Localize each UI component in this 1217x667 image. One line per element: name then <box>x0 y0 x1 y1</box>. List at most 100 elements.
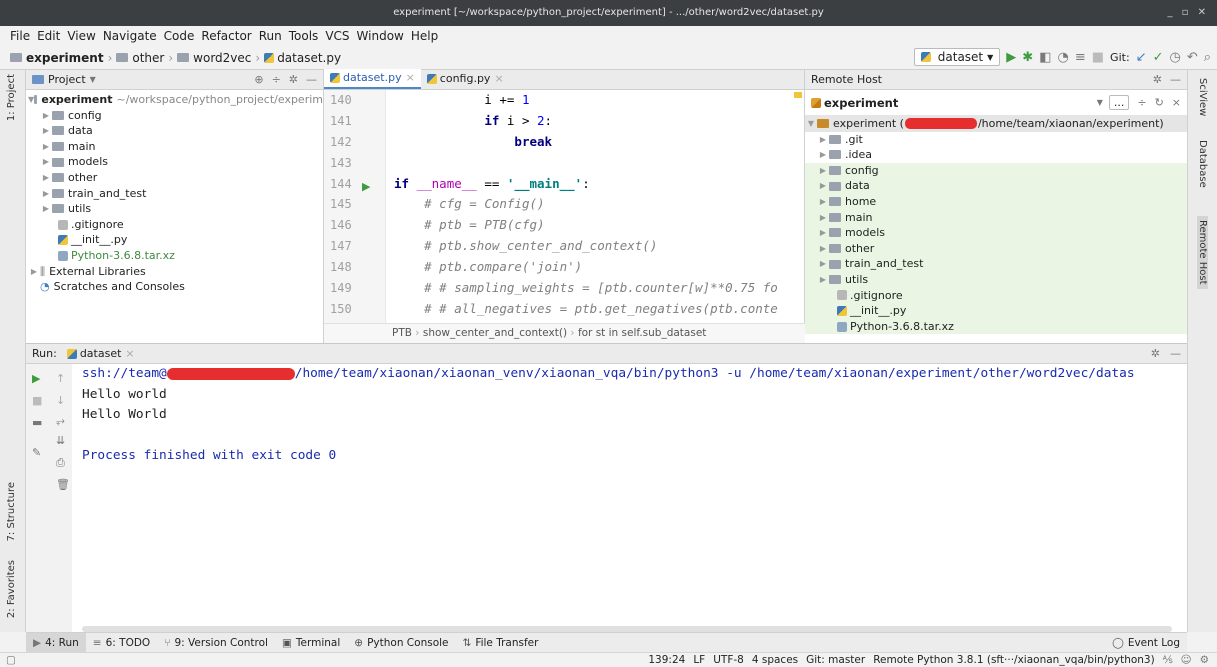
toggle-tool-windows-icon[interactable]: ▢ <box>6 654 16 666</box>
up-icon[interactable]: ↑ <box>56 372 65 385</box>
code-breadcrumb-loop[interactable]: for st in self.sub_dataset <box>578 327 706 339</box>
tool-window-favorites[interactable]: 2: Favorites <box>6 560 17 618</box>
remote-folder[interactable]: ▶ config <box>805 162 1187 179</box>
debug-icon[interactable]: ✱ <box>1022 50 1033 65</box>
gear-icon[interactable]: ✲ <box>1153 73 1162 86</box>
remote-file[interactable]: __init__.py <box>805 303 1187 319</box>
tree-scratches[interactable]: ◔ Scratches and Consoles <box>26 279 323 295</box>
remote-file[interactable]: .gitignore <box>805 287 1187 304</box>
indent-setting[interactable]: 4 spaces <box>752 654 798 666</box>
python-interpreter[interactable]: Remote Python 3.8.1 (sft···/xiaonan_vqa/… <box>873 654 1155 666</box>
line-separator[interactable]: LF <box>693 654 705 666</box>
remote-folder[interactable]: ▶ home <box>805 193 1187 210</box>
soft-wrap-icon[interactable]: ⥅ <box>56 414 65 428</box>
tool-tab-event-log[interactable]: ◯ Event Log <box>1105 633 1187 653</box>
tool-tab-todo[interactable]: ≡ 6: TODO <box>86 633 157 653</box>
file-encoding[interactable]: UTF-8 <box>713 654 744 666</box>
scroll-end-icon[interactable]: ⇊ <box>56 434 65 447</box>
tree-root[interactable]: ▼ experiment ~/workspace/python_project/… <box>26 92 323 108</box>
inspector-icon[interactable]: ☺ <box>1181 654 1192 666</box>
pin-icon[interactable]: ✎ <box>32 446 41 459</box>
tree-item-other[interactable]: ▶ other <box>26 170 323 186</box>
chevron-down-icon[interactable]: ▼ <box>90 75 96 84</box>
profile-icon[interactable]: ◔ <box>1058 50 1069 65</box>
remote-folder[interactable]: ▶ utils <box>805 271 1187 288</box>
print-icon[interactable]: ⎙ <box>56 456 65 470</box>
tool-window-structure[interactable]: 7: Structure <box>6 482 17 541</box>
tool-window-database[interactable]: Database <box>1197 140 1208 188</box>
code-breadcrumb-method[interactable]: show_center_and_context() <box>423 327 567 339</box>
gear-icon[interactable]: ✲ <box>289 73 298 86</box>
menu-code[interactable]: Code <box>164 29 195 43</box>
git-branch[interactable]: Git: master <box>806 654 865 666</box>
close-icon[interactable]: × <box>125 347 134 360</box>
tree-item-main[interactable]: ▶ main <box>26 139 323 155</box>
history-icon[interactable]: ◷ <box>1169 50 1180 65</box>
menu-run[interactable]: Run <box>259 29 282 43</box>
menu-tools[interactable]: Tools <box>289 29 319 43</box>
breadcrumb-project[interactable]: experiment <box>26 51 104 65</box>
code-area[interactable]: i += 1 if i > 2: break if __name__ == '_… <box>386 90 796 323</box>
close-icon[interactable]: × <box>494 69 503 89</box>
menu-view[interactable]: View <box>67 29 95 43</box>
run-gutter-icon[interactable]: ▶ <box>362 180 370 193</box>
project-panel-title[interactable]: Project <box>48 73 86 86</box>
run-config-selector[interactable]: dataset ▼ <box>913 48 1001 66</box>
tree-item-config[interactable]: ▶ config <box>26 108 323 124</box>
remote-folder[interactable]: ▶ other <box>805 240 1187 257</box>
tree-item-python-archive[interactable]: Python-3.6.8.tar.xz <box>26 248 323 264</box>
tree-external-libraries[interactable]: ▶ ⫼ External Libraries <box>26 264 323 280</box>
stop-icon[interactable]: ■ <box>32 394 42 407</box>
down-icon[interactable]: ↓ <box>56 394 65 407</box>
code-breadcrumb-class[interactable]: PTB <box>392 327 412 339</box>
window-controls[interactable]: _ ▫ ✕ <box>1167 0 1209 26</box>
run-icon[interactable]: ▶ <box>1006 50 1016 65</box>
collapse-icon[interactable]: ÷ <box>272 73 281 86</box>
locate-icon[interactable]: ⊕ <box>254 73 263 86</box>
close-icon[interactable]: × <box>1172 96 1181 109</box>
remote-folder[interactable]: ▶ main <box>805 209 1187 226</box>
tool-window-project[interactable]: 1: Project <box>6 74 17 121</box>
menu-window[interactable]: Window <box>357 29 404 43</box>
run-tab-label[interactable]: dataset <box>80 347 122 360</box>
tool-window-sciview[interactable]: SciView <box>1197 78 1208 116</box>
close-icon[interactable]: × <box>406 68 415 88</box>
menu-navigate[interactable]: Navigate <box>103 29 157 43</box>
menu-file[interactable]: File <box>10 29 30 43</box>
breadcrumb-file[interactable]: dataset.py <box>277 51 341 65</box>
lock-icon[interactable]: ⅍ <box>1163 654 1173 666</box>
notifications-icon[interactable]: ⚙ <box>1200 654 1209 666</box>
coverage-icon[interactable]: ◧ <box>1039 50 1051 65</box>
menu-vcs[interactable]: VCS <box>325 29 349 43</box>
server-selector[interactable]: experiment ▼ <box>811 96 1109 110</box>
tree-item-init[interactable]: __init__.py <box>26 232 323 248</box>
collapse-icon[interactable]: ÷ <box>1137 96 1146 109</box>
breadcrumb-word2vec[interactable]: word2vec <box>193 51 251 65</box>
layout-icon[interactable]: ▬ <box>32 416 42 429</box>
tree-item-data[interactable]: ▶ data <box>26 123 323 139</box>
tool-tab-file-transfer[interactable]: ⇅ File Transfer <box>456 633 546 653</box>
tree-item-utils[interactable]: ▶ utils <box>26 201 323 217</box>
tool-tab-python-console[interactable]: ⊕ Python Console <box>347 633 455 653</box>
menu-edit[interactable]: Edit <box>37 29 60 43</box>
tab-config-py[interactable]: config.py × <box>421 69 510 89</box>
caret-position[interactable]: 139:24 <box>648 654 685 666</box>
remote-file[interactable]: Python-3.6.8.tar.xz <box>805 318 1187 335</box>
tool-tab-run[interactable]: ▶ 4: Run <box>26 632 86 653</box>
trash-icon[interactable]: 🗑 <box>56 478 70 491</box>
console-output[interactable]: ssh://team@ /home/team/xiaonan/xiaonan_ve… <box>82 364 1182 633</box>
remote-tree-root[interactable]: ▼ experiment ( /home/team/xiaonan/experi… <box>805 116 1187 132</box>
concurrency-icon[interactable]: ≡ <box>1075 50 1086 65</box>
tool-window-remote-host[interactable]: Remote Host <box>1197 216 1208 289</box>
gear-icon[interactable]: ✲ <box>1151 347 1160 360</box>
rollback-icon[interactable]: ↶ <box>1187 50 1198 65</box>
hide-icon[interactable]: — <box>306 73 317 86</box>
rerun-icon[interactable]: ▶ <box>32 372 40 385</box>
refresh-icon[interactable]: ↻ <box>1155 96 1164 109</box>
breadcrumb-other[interactable]: other <box>132 51 164 65</box>
tool-tab-version-control[interactable]: ⑂ 9: Version Control <box>157 633 275 653</box>
search-icon[interactable]: ⌕ <box>1204 50 1211 65</box>
menu-help[interactable]: Help <box>411 29 438 43</box>
hide-icon[interactable]: — <box>1170 347 1181 360</box>
tree-item-models[interactable]: ▶ models <box>26 154 323 170</box>
